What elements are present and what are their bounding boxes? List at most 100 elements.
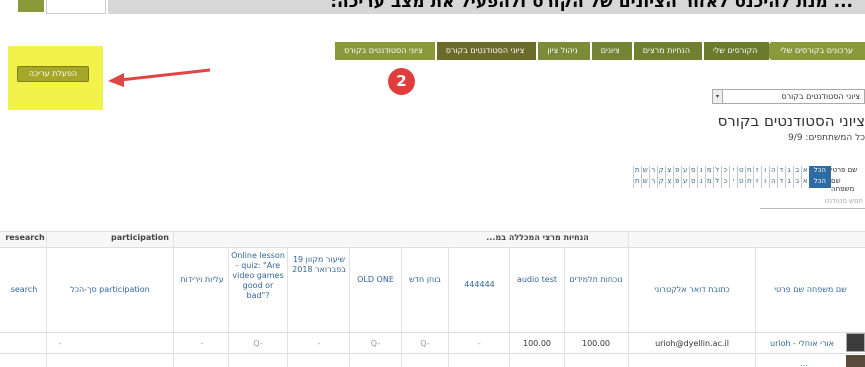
filter-letter[interactable]: ת bbox=[632, 166, 641, 177]
filter-letter[interactable]: ס bbox=[688, 177, 697, 188]
filter-letter[interactable]: ק bbox=[656, 177, 665, 188]
column-new-test[interactable]: בוחן חדש bbox=[404, 275, 446, 285]
student-name-link[interactable]: ... bbox=[800, 359, 808, 367]
first-name-label: שם פרטי bbox=[831, 166, 858, 174]
filter-letter[interactable]: ו bbox=[760, 166, 769, 177]
category-research: research bbox=[5, 233, 45, 242]
column-makeup-lesson[interactable]: שיעור מקוון 19 בפברואר 2018 bbox=[290, 255, 348, 275]
divider bbox=[628, 231, 629, 367]
grade-cell[interactable]: - bbox=[178, 339, 226, 348]
student-search-input[interactable]: חפש סטודנט bbox=[760, 197, 865, 209]
filter-letter[interactable]: ג bbox=[784, 177, 793, 188]
filter-letter[interactable]: ה bbox=[768, 177, 777, 188]
breadcrumb-item[interactable]: ציוני הסטודנטים בקורס bbox=[428, 42, 537, 60]
banner-box bbox=[46, 0, 106, 14]
grade-cell[interactable]: - bbox=[452, 339, 507, 348]
column-participation-total[interactable]: participation סך-הכל bbox=[50, 285, 170, 295]
divider bbox=[287, 247, 288, 367]
column-audio-test[interactable]: audio test bbox=[512, 275, 562, 285]
filter-letter[interactable]: כ bbox=[720, 166, 729, 177]
filter-letter[interactable]: י bbox=[728, 166, 737, 177]
filter-letter[interactable]: ש bbox=[640, 166, 649, 177]
column-aliyot[interactable]: עליות וירידות bbox=[178, 275, 226, 285]
filter-letter[interactable]: צ bbox=[664, 166, 673, 177]
breadcrumb-item[interactable]: הקורסים שלי bbox=[695, 42, 770, 60]
column-search[interactable]: search bbox=[4, 285, 44, 295]
column-email[interactable]: כתובת דואר אלקטרוני bbox=[631, 285, 753, 295]
grade-cell[interactable]: - bbox=[50, 339, 70, 348]
divider bbox=[401, 247, 402, 367]
filter-letter[interactable]: ר bbox=[648, 166, 657, 177]
filter-letter[interactable]: ס bbox=[688, 166, 697, 177]
column-444444[interactable]: 444444 bbox=[452, 280, 507, 290]
last-name-filter: שם משפחה הכל א ב ג ד ה ו ז ח ט י כ ל מ נ… bbox=[587, 177, 865, 193]
banner-tab bbox=[18, 0, 44, 12]
column-old-one[interactable]: OLD ONE bbox=[352, 275, 399, 285]
filter-letter[interactable]: ט bbox=[736, 177, 745, 188]
filter-all[interactable]: הכל bbox=[808, 166, 831, 177]
breadcrumb-item[interactable]: ניהול ציון bbox=[530, 42, 590, 60]
breadcrumb-item[interactable]: ציונים bbox=[583, 42, 632, 60]
filter-letter[interactable]: ז bbox=[752, 166, 761, 177]
filter-letter[interactable]: ח bbox=[744, 166, 753, 177]
report-select[interactable]: ציוני הסטודנטים בקורס ▾ bbox=[712, 89, 865, 104]
turn-editing-on-button[interactable]: הפעלת עריכה bbox=[17, 66, 89, 82]
breadcrumb-item[interactable]: ערכונים בקורסים שלי bbox=[763, 42, 865, 60]
avatar[interactable] bbox=[846, 355, 865, 367]
divider bbox=[349, 247, 350, 367]
filter-letter[interactable]: ל bbox=[712, 177, 721, 188]
filter-letter[interactable]: י bbox=[728, 177, 737, 188]
breadcrumb-item[interactable]: הנחיות מרצים bbox=[625, 42, 702, 60]
filter-letter[interactable]: נ bbox=[696, 177, 705, 188]
filter-letter[interactable]: פ bbox=[672, 177, 681, 188]
filter-letter[interactable]: ה bbox=[768, 166, 777, 177]
grade-cell[interactable]: Q- bbox=[230, 339, 286, 348]
grade-cell[interactable]: 100.00 bbox=[567, 339, 625, 348]
filter-letter[interactable]: ד bbox=[776, 177, 785, 188]
column-student-notes[interactable]: נוכחות תלמידים bbox=[567, 275, 625, 285]
column-online-lesson[interactable]: Online lesson - quiz: "Are video games g… bbox=[230, 251, 286, 301]
grade-cell[interactable]: 100.00 bbox=[512, 339, 562, 348]
filter-letter[interactable]: מ bbox=[704, 166, 713, 177]
divider bbox=[0, 353, 865, 354]
grade-cell[interactable]: Q- bbox=[352, 339, 399, 348]
filter-letter[interactable]: ט bbox=[736, 166, 745, 177]
filter-letter[interactable]: ו bbox=[760, 177, 769, 188]
filter-letter[interactable]: ר bbox=[648, 177, 657, 188]
filter-letter[interactable]: ת bbox=[632, 177, 641, 188]
filter-letter[interactable]: נ bbox=[696, 166, 705, 177]
avatar[interactable] bbox=[846, 333, 865, 352]
filter-letter[interactable]: ב bbox=[792, 177, 801, 188]
participants-count: כל המשתתפים: 9/9 bbox=[788, 133, 865, 143]
filter-letter[interactable]: ש bbox=[640, 177, 649, 188]
last-name-label: שם משפחה bbox=[831, 177, 855, 193]
filter-letter[interactable]: א bbox=[800, 166, 809, 177]
divider bbox=[173, 231, 174, 367]
student-name-link[interactable]: אורי אוחלי - urioh bbox=[770, 339, 834, 348]
filter-letter[interactable]: ע bbox=[680, 177, 689, 188]
filter-letter[interactable]: מ bbox=[704, 177, 713, 188]
filter-letter[interactable]: ק bbox=[656, 166, 665, 177]
filter-letter[interactable]: ע bbox=[680, 166, 689, 177]
divider bbox=[448, 247, 449, 367]
divider bbox=[0, 231, 865, 232]
filter-letter[interactable]: א bbox=[800, 177, 809, 188]
grade-cell[interactable]: Q- bbox=[404, 339, 446, 348]
filter-letter[interactable]: ד bbox=[776, 166, 785, 177]
filter-letter[interactable]: ב bbox=[792, 166, 801, 177]
filter-letter[interactable]: צ bbox=[664, 177, 673, 188]
filter-letter[interactable]: כ bbox=[720, 177, 729, 188]
filter-letter[interactable]: ל bbox=[712, 166, 721, 177]
grade-cell[interactable]: - bbox=[290, 339, 348, 348]
chevron-down-icon[interactable]: ▾ bbox=[713, 90, 723, 103]
column-name[interactable]: שם משפחה שם פרטי bbox=[758, 285, 863, 295]
filter-letter[interactable]: פ bbox=[672, 166, 681, 177]
report-select-value: ציוני הסטודנטים בקורס bbox=[781, 92, 860, 101]
filter-all[interactable]: הכל bbox=[808, 177, 831, 188]
filter-letter[interactable]: ז bbox=[752, 177, 761, 188]
breadcrumb-item[interactable]: ציוני הסטודנטים בקורס bbox=[327, 42, 435, 60]
filter-letter[interactable]: ג bbox=[784, 166, 793, 177]
divider bbox=[509, 247, 510, 367]
filter-letter[interactable]: ח bbox=[744, 177, 753, 188]
grades-table: research participation הנחיות מרצי המכלל… bbox=[0, 215, 865, 367]
